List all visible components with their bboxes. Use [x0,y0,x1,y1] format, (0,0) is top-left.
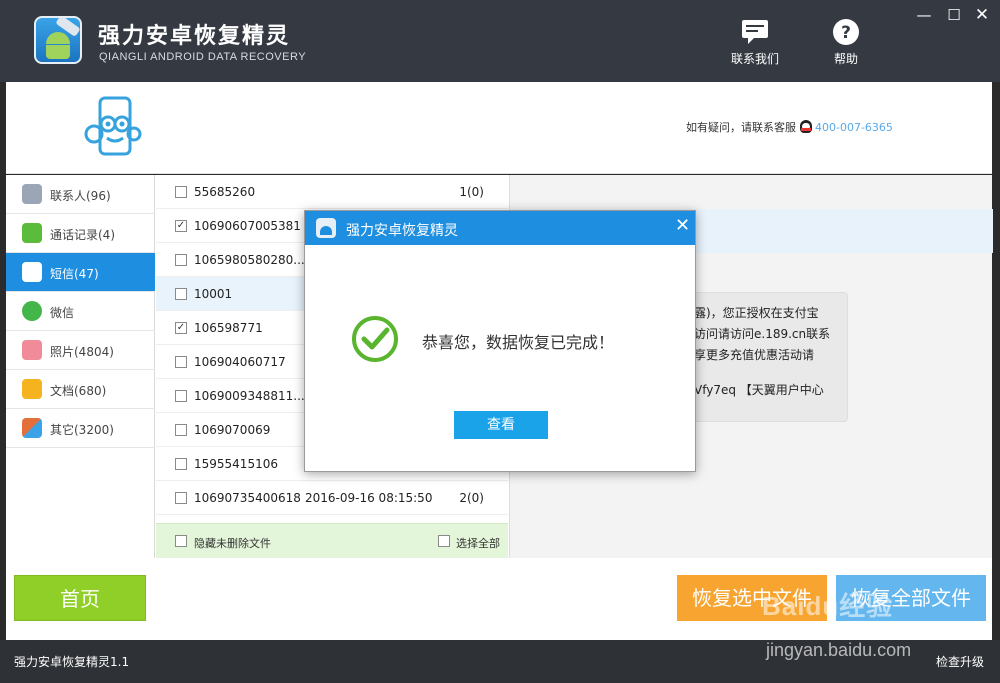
sender-number: 55685260 [194,185,256,199]
maximize-button[interactable]: ☐ [943,6,965,24]
sender-number: 106904060717 [194,355,286,369]
phone-mascot-icon [84,96,142,156]
contact-us-label: 联系我们 [730,52,779,66]
row-checkbox[interactable] [175,390,187,402]
recovery-complete-dialog: 强力安卓恢复精灵 ✕ 恭喜您，数据恢复已完成！ 查看 [304,210,696,472]
header-panel: 如有疑问，请联系客服 400-007-6365 [6,82,992,174]
sender-number: 106598771 [194,321,263,335]
list-item[interactable]: 55685260 1(0) [156,175,508,209]
sender-number: 10001 [194,287,233,301]
message-date: 2016-09-16 08:15:50 [305,491,433,505]
service-phone: 400-007-6365 [815,121,893,134]
title-bar: 强力安卓恢复精灵 QIANGLI ANDROID DATA RECOVERY 联… [0,0,1000,82]
hide-undeleted-label[interactable]: 隐藏未删除文件 [194,535,271,551]
message-count: 2(0) [459,491,484,505]
row-checkbox[interactable] [175,254,187,266]
sender-number: 1069009348811... [194,389,305,403]
photo-icon [22,340,42,360]
sender-number: 1069070069 [194,423,271,437]
baidu-watermark-url: jingyan.baidu.com [766,640,912,660]
sidebar-item-label: 微信 [50,306,75,320]
sidebar-item-other[interactable]: 其它(3200) [6,409,155,448]
qq-icon[interactable] [800,120,812,133]
sidebar-item-label: 短信(47) [50,267,99,281]
dialog-title: 强力安卓恢复精灵 [346,223,458,239]
sidebar-item-label: 照片(4804) [50,345,114,359]
dialog-title-bar: 强力安卓恢复精灵 ✕ [305,211,695,245]
list-item[interactable]: 10690735400618 2016-09-16 08:15:50 2(0) [156,481,508,515]
sidebar-item-photos[interactable]: 照片(4804) [6,331,155,370]
app-logo-icon [34,16,82,64]
app-small-icon [316,218,336,238]
row-checkbox[interactable] [175,458,187,470]
message-line: 享更多充值优惠活动请 [694,348,815,362]
hide-undeleted-checkbox[interactable] [175,535,187,547]
sidebar-item-label: 通话记录(4) [50,228,115,242]
call-log-icon [22,223,42,243]
message-line: 访问请访问e.189.cn联系 [694,327,831,341]
dialog-close-button[interactable]: ✕ [675,216,690,236]
sidebar-item-sms[interactable]: 短信(47) [6,253,155,292]
message-line: Vfy7eq 【天翼用户中心 [694,383,824,397]
contacts-icon [22,184,42,204]
dialog-message: 恭喜您，数据恢复已完成！ [422,333,615,352]
row-checkbox[interactable]: ✓ [175,220,187,232]
minimize-button[interactable]: — [913,6,935,24]
sms-icon [22,262,42,282]
message-line: 露)，您正授权在支付宝 [694,306,819,320]
help-text: 如有疑问，请联系客服 [686,121,796,134]
sender-number: 10690735400618 [194,491,301,505]
sidebar-item-label: 文档(680) [50,384,107,398]
wechat-icon [22,301,42,321]
row-checkbox[interactable] [175,186,187,198]
category-sidebar: 联系人(96) 通话记录(4) 短信(47) 微信 照片(4804) 文档(68… [6,175,155,558]
app-subtitle: QIANGLI ANDROID DATA RECOVERY [99,51,307,63]
view-button[interactable]: 查看 [454,411,548,439]
row-checkbox[interactable]: ✓ [175,322,187,334]
app-title: 强力安卓恢复精灵 [98,24,291,49]
sidebar-item-contacts[interactable]: 联系人(96) [6,175,155,214]
list-footer: 隐藏未删除文件 选择全部 [156,523,508,558]
sidebar-item-wechat[interactable]: 微信 [6,292,155,331]
customer-service-info: 如有疑问，请联系客服 400-007-6365 [686,119,893,135]
sender-number: 1065980580280... [194,253,305,267]
row-checkbox[interactable] [175,492,187,504]
row-checkbox[interactable] [175,288,187,300]
svg-text:?: ? [841,23,851,43]
baidu-watermark-logo: Baidu经验 [762,591,894,621]
sidebar-item-label: 其它(3200) [50,423,114,437]
row-checkbox[interactable] [175,424,187,436]
version-label: 强力安卓恢复精灵1.1 [14,655,130,669]
home-button[interactable]: 首页 [14,575,146,621]
success-check-icon [352,316,398,362]
help-button[interactable]: ? 帮助 [811,18,881,67]
chat-icon [742,20,768,44]
select-all-label[interactable]: 选择全部 [456,535,500,551]
message-count: 1(0) [459,185,484,199]
other-icon [22,418,42,438]
select-all-checkbox[interactable] [438,535,450,547]
row-checkbox[interactable] [175,356,187,368]
close-window-button[interactable]: ✕ [971,6,993,24]
sidebar-item-call-log[interactable]: 通话记录(4) [6,214,155,253]
sender-number: 15955415106 [194,457,278,471]
sidebar-item-documents[interactable]: 文档(680) [6,370,155,409]
check-upgrade-link[interactable]: 检查升级 [936,653,984,670]
sidebar-item-label: 联系人(96) [50,189,111,203]
document-icon [22,379,42,399]
help-label: 帮助 [833,52,858,66]
sender-number: 10690607005381 [194,219,301,233]
help-icon: ? [833,19,859,45]
contact-us-button[interactable]: 联系我们 [720,18,790,67]
